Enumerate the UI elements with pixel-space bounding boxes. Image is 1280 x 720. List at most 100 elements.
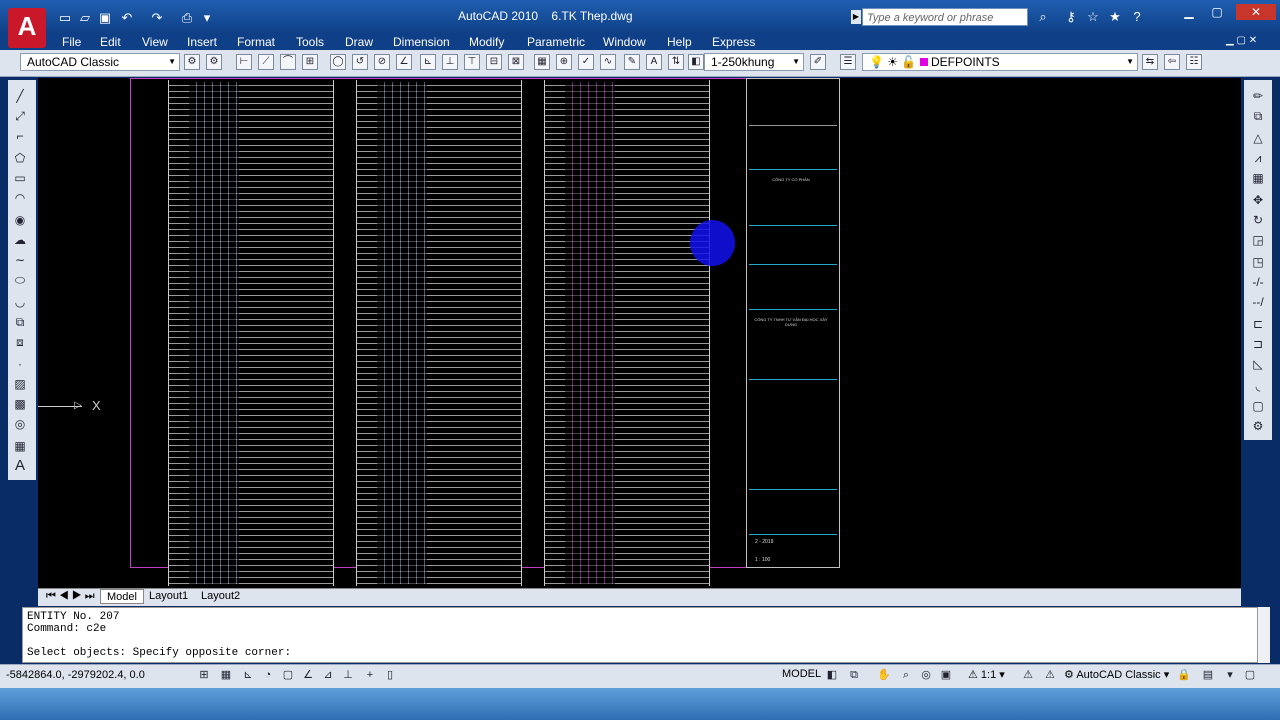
quick-view-layouts-icon[interactable]: ◧ [824, 667, 840, 683]
offset-icon[interactable]: ⩘ [1250, 150, 1266, 166]
erase-icon[interactable]: ✏ [1250, 88, 1266, 104]
fillet-icon[interactable]: ◟ [1250, 378, 1266, 394]
ortho-icon[interactable]: ⊾ [240, 667, 256, 683]
quick-dim-icon[interactable]: ⊾ [420, 54, 436, 70]
workspace-icon[interactable]: ⚙ [206, 54, 222, 70]
mirror-icon[interactable]: △ [1250, 130, 1266, 146]
region-icon[interactable]: ◎ [12, 416, 28, 432]
array-icon[interactable]: ▦ [1250, 170, 1266, 186]
ellipse-icon[interactable]: ⬭ [12, 272, 28, 288]
quick-properties-icon[interactable]: ▯ [382, 667, 398, 683]
copy-icon[interactable]: ⧉ [1250, 108, 1266, 124]
ellipse-arc-icon[interactable]: ◡ [12, 294, 28, 310]
chamfer-icon[interactable]: ◺ [1250, 356, 1266, 372]
menu-tools[interactable]: Tools [296, 35, 324, 49]
dim-space-icon[interactable]: ⊟ [486, 54, 502, 70]
gradient-icon[interactable]: ▩ [12, 396, 28, 412]
menu-window[interactable]: Window [603, 35, 646, 49]
star-icon[interactable]: ☆ [1084, 9, 1102, 25]
menu-edit[interactable]: Edit [100, 35, 121, 49]
hatch-icon[interactable]: ▨ [12, 376, 28, 392]
radius-dim-icon[interactable]: ◯ [330, 54, 346, 70]
steeringwheel-icon[interactable]: ◎ [918, 667, 934, 683]
layer-state-icon[interactable]: ☷ [1186, 54, 1202, 70]
menu-format[interactable]: Format [237, 35, 275, 49]
save-icon[interactable]: ▣ [96, 10, 114, 26]
key-icon[interactable]: ⚷ [1062, 9, 1080, 25]
auto-scale-icon[interactable]: ⚠ [1042, 667, 1058, 683]
hardware-acceleration-icon[interactable]: ▤ [1200, 667, 1216, 683]
dim-style-icon[interactable]: ◧ [688, 54, 704, 70]
polygon-icon[interactable]: ⬠ [12, 150, 28, 166]
application-menu-button[interactable]: A [8, 8, 46, 48]
dimstyle-select[interactable]: 1-250khung ▼ [704, 53, 804, 71]
angular-dim-icon[interactable]: ∠ [396, 54, 412, 70]
scale-icon[interactable]: ◲ [1250, 232, 1266, 248]
search-input[interactable]: Type a keyword or phrase [862, 8, 1028, 26]
line-icon[interactable]: ╱ [12, 88, 28, 104]
menu-parametric[interactable]: Parametric [527, 35, 585, 49]
make-block-icon[interactable]: ⧈ [12, 334, 28, 350]
snap-icon[interactable]: ⊞ [196, 667, 212, 683]
dimedit-icon[interactable]: ✎ [624, 54, 640, 70]
command-line[interactable]: ENTITY No. 207 Command: c2e Select objec… [22, 607, 1258, 663]
spline-icon[interactable]: ∼ [12, 252, 28, 268]
menu-express[interactable]: Express [712, 35, 755, 49]
close-button[interactable]: ✕ [1236, 4, 1276, 20]
join-icon[interactable]: ⊐ [1250, 336, 1266, 352]
search-expand-icon[interactable]: ▶ [851, 10, 861, 24]
workspace-select[interactable]: AutoCAD Classic ▼ [20, 53, 180, 71]
layer-select[interactable]: 💡 ☀ 🔓 DEFPOINTS ▼ [862, 53, 1138, 71]
otrack-icon[interactable]: ∠ [300, 667, 316, 683]
maximize-button[interactable]: ▢ [1204, 4, 1230, 20]
arc-icon[interactable]: ◠ [12, 190, 28, 206]
drawing-canvas[interactable]: CÔNG TY CỔ PHẦN CÔNG TY TNHH TƯ VẤN ĐẠI … [38, 78, 1241, 588]
binoculars-icon[interactable]: ⌕ [1034, 9, 1052, 25]
command-scrollbar[interactable] [1258, 607, 1270, 663]
trim-icon[interactable]: -/- [1250, 274, 1266, 290]
ducs-icon[interactable]: ⊿ [320, 667, 336, 683]
jogged-dim-icon[interactable]: ↺ [352, 54, 368, 70]
minimize-button[interactable]: ▁ [1176, 4, 1202, 20]
open-file-icon[interactable]: ▱ [76, 10, 94, 26]
new-file-icon[interactable]: ▭ [56, 10, 74, 26]
break-icon[interactable]: ⊏ [1250, 316, 1266, 332]
menu-view[interactable]: View [142, 35, 168, 49]
linear-dim-icon[interactable]: ⊢ [236, 54, 252, 70]
dim-override-icon[interactable]: ✐ [810, 54, 826, 70]
rotate-icon[interactable]: ↻ [1250, 212, 1266, 228]
point-icon[interactable]: · [12, 356, 28, 372]
menu-dimension[interactable]: Dimension [393, 35, 450, 49]
rectangle-icon[interactable]: ▭ [12, 170, 28, 186]
pan-icon[interactable]: ✋ [876, 667, 892, 683]
insert-block-icon[interactable]: ⧉ [12, 314, 28, 330]
menu-insert[interactable]: Insert [187, 35, 217, 49]
dyn-icon[interactable]: ⊥ [340, 667, 356, 683]
dim-break-icon[interactable]: ⊠ [508, 54, 524, 70]
quick-view-drawings-icon[interactable]: ⧉ [846, 667, 862, 683]
model-space-toggle[interactable]: MODEL [782, 668, 821, 680]
construction-line-icon[interactable]: ⤢ [12, 108, 28, 124]
workspace-settings-icon[interactable]: ⚙ [184, 54, 200, 70]
lock-icon[interactable]: 🔒 [1176, 667, 1192, 683]
aligned-dim-icon[interactable]: ⟋ [258, 54, 274, 70]
annotation-scale[interactable]: ⚠ 1:1 ▾ [968, 668, 1005, 681]
layer-previous-icon[interactable]: ⇦ [1164, 54, 1180, 70]
print-icon[interactable]: ⎙ [178, 10, 196, 26]
diameter-dim-icon[interactable]: ⊘ [374, 54, 390, 70]
layer-properties-icon[interactable]: ☰ [840, 54, 856, 70]
continue-dim-icon[interactable]: ⊤ [464, 54, 480, 70]
menu-modify[interactable]: Modify [469, 35, 504, 49]
properties-icon[interactable]: ⚙ [1250, 418, 1266, 434]
extend-icon[interactable]: --/ [1250, 294, 1266, 310]
redo-icon[interactable]: ↷ [148, 10, 166, 26]
status-menu-icon[interactable]: ▾ [1222, 667, 1238, 683]
polar-icon[interactable]: ◔ [260, 667, 276, 683]
favorites-icon[interactable]: ★ [1106, 9, 1124, 25]
dim-update-icon[interactable]: ⇅ [668, 54, 684, 70]
undo-icon[interactable]: ↶ [118, 10, 136, 26]
baseline-dim-icon[interactable]: ⊥ [442, 54, 458, 70]
command-prompt[interactable]: Select objects: Specify opposite corner: [23, 635, 1257, 659]
jogged-linear-icon[interactable]: ∿ [600, 54, 616, 70]
help-icon[interactable]: ? [1128, 9, 1146, 25]
